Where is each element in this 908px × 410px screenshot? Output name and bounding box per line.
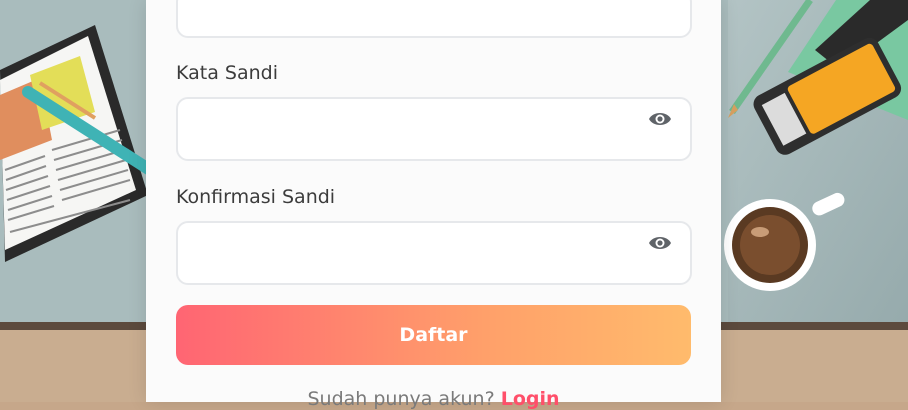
confirm-password-label: Konfirmasi Sandi [176,186,336,208]
eye-icon[interactable] [648,232,672,254]
register-card: Kata Sandi Konfirmasi Sandi Daftar Sudah… [146,0,721,410]
eye-icon[interactable] [648,108,672,130]
password-label: Kata Sandi [176,62,278,84]
previous-input-field[interactable] [176,0,692,38]
magazine-illustration [0,25,156,262]
desk-items-illustration [724,0,908,291]
login-prompt-text: Sudah punya akun? [307,388,495,410]
login-link[interactable]: Login [501,388,560,410]
confirm-password-input[interactable] [176,221,692,285]
password-input[interactable] [176,97,692,161]
login-prompt: Sudah punya akun? Login [146,388,721,410]
register-button[interactable]: Daftar [176,305,691,365]
